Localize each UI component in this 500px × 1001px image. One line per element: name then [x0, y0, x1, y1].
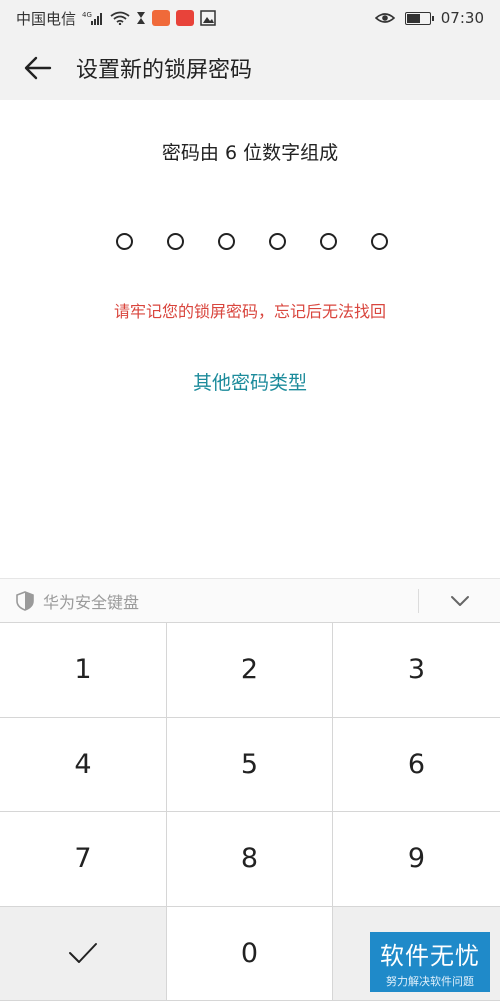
status-bar: 中国电信 4G [0, 0, 500, 36]
keyboard-header-divider [418, 589, 419, 613]
key-6[interactable]: 6 [333, 718, 500, 813]
password-dot [371, 233, 388, 250]
chevron-down-icon [450, 595, 470, 607]
password-hint: 密码由 6 位数字组成 [0, 138, 500, 165]
carrier-label: 中国电信 [16, 8, 76, 29]
confirm-key[interactable] [0, 907, 167, 1001]
password-dots [0, 230, 500, 254]
key-4[interactable]: 4 [0, 718, 167, 813]
shield-icon [15, 591, 35, 611]
app-notification-icon [152, 10, 170, 26]
other-password-types-link[interactable]: 其他密码类型 [0, 368, 500, 395]
password-dot [116, 233, 133, 250]
eye-comfort-icon [375, 11, 395, 25]
key-5[interactable]: 5 [167, 718, 333, 813]
key-0[interactable]: 0 [167, 907, 333, 1001]
news-app-icon [176, 10, 194, 26]
key-1[interactable]: 1 [0, 623, 167, 718]
network-type-label: 4G [82, 11, 92, 19]
image-notification-icon [200, 10, 216, 26]
password-dot [167, 233, 184, 250]
back-button[interactable] [0, 36, 76, 100]
keyboard-header: 华为安全键盘 [0, 578, 500, 622]
key-8[interactable]: 8 [167, 812, 333, 907]
checkmark-icon [68, 942, 98, 964]
back-arrow-icon [24, 56, 52, 80]
password-dot [269, 233, 286, 250]
collapse-keyboard-button[interactable] [420, 579, 500, 623]
wifi-icon [110, 11, 130, 25]
battery-level [407, 14, 420, 23]
key-7[interactable]: 7 [0, 812, 167, 907]
key-2[interactable]: 2 [167, 623, 333, 718]
watermark-logo: 软件无忧 努力解决软件问题 [370, 932, 490, 992]
watermark-title: 软件无忧 [370, 932, 490, 971]
signal-icon: 4G [82, 11, 104, 25]
page-title: 设置新的锁屏密码 [76, 52, 252, 84]
title-bar: 设置新的锁屏密码 [0, 36, 500, 100]
key-9[interactable]: 9 [333, 812, 500, 907]
password-dot [218, 233, 235, 250]
watermark-subtitle: 努力解决软件问题 [370, 973, 490, 989]
battery-icon [405, 12, 431, 25]
warning-text: 请牢记您的锁屏密码，忘记后无法找回 [0, 298, 500, 322]
clock: 07:30 [441, 9, 484, 27]
keyboard-label: 华为安全键盘 [43, 589, 139, 613]
key-3[interactable]: 3 [333, 623, 500, 718]
hourglass-icon [136, 11, 146, 25]
password-setup-panel: 密码由 6 位数字组成 请牢记您的锁屏密码，忘记后无法找回 其他密码类型 [0, 100, 500, 578]
password-dot [320, 233, 337, 250]
